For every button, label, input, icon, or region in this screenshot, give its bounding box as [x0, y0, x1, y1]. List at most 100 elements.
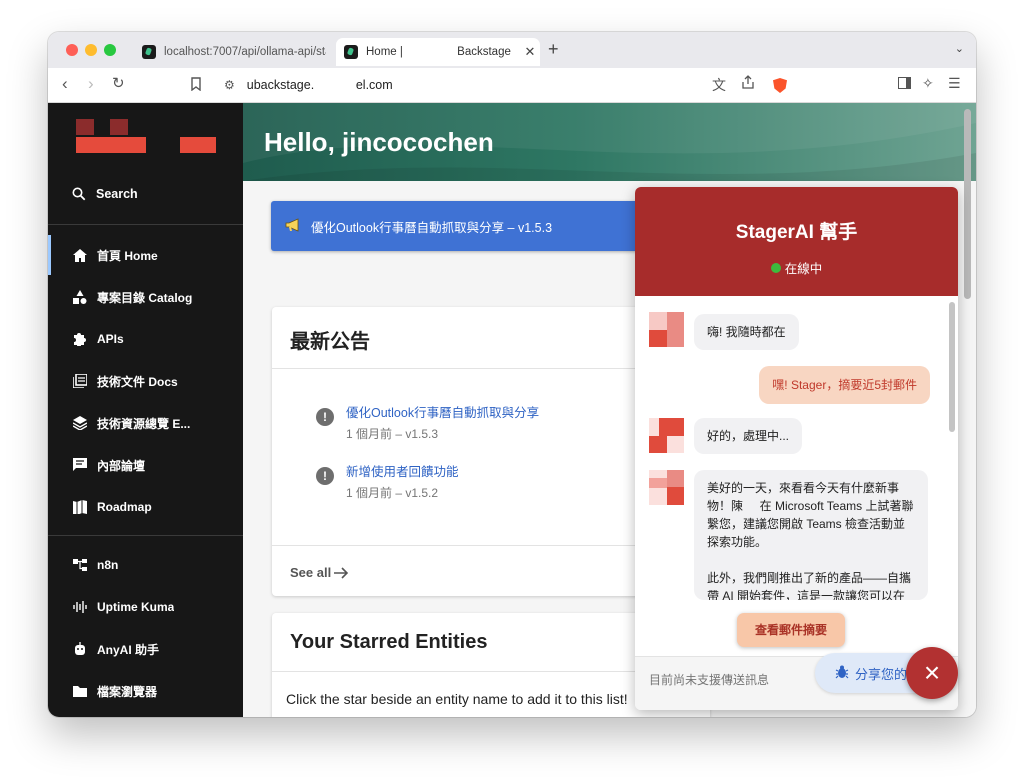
backstage-favicon-icon	[142, 45, 156, 59]
workflow-icon	[72, 557, 88, 573]
close-chat-button[interactable]: ×	[906, 647, 958, 699]
url-text: ubackstage. el.com	[246, 78, 393, 92]
sidebar-item-label: 首頁 Home	[97, 248, 158, 263]
layers-icon	[72, 415, 88, 431]
starred-title: Your Starred Entities	[290, 631, 488, 653]
tab-title: localhost:7007/api/ollama-api/sta	[164, 46, 326, 58]
chat-status-label: 在線中	[784, 262, 823, 276]
sidebar-item-catalog[interactable]: 專案目錄 Catalog	[48, 277, 243, 317]
sidebar-item-home[interactable]: 首頁 Home	[48, 235, 243, 275]
announcement-alert-icon: !	[316, 408, 334, 426]
browser-window: localhost:7007/api/ollama-api/sta Home |…	[48, 32, 976, 717]
banner-text: 優化Outlook行事曆自動抓取與分享 – v1.5.3	[311, 220, 553, 235]
menu-icon[interactable]: ☰	[948, 75, 961, 92]
robot-icon	[72, 641, 88, 657]
backstage-page: Search 首頁 Home 專案目錄 Catalog APIs 技術文件 Do…	[48, 103, 976, 717]
minimize-window-button[interactable]	[85, 44, 97, 56]
tab-bar: localhost:7007/api/ollama-api/sta Home |…	[48, 32, 976, 68]
tab-list-chevron-icon[interactable]: ⌄	[955, 42, 964, 55]
sidebar-item-apis[interactable]: APIs	[48, 319, 243, 359]
feedback-label: 分享您的	[855, 666, 908, 682]
bot-avatar	[649, 470, 684, 505]
sidebar-item-docs[interactable]: 技術文件 Docs	[48, 361, 243, 401]
close-tab-icon[interactable]: ✕	[520, 44, 540, 60]
bot-message: 美好的一天，來看看今天有什麼新事物！陳 在 Microsoft Teams 上試…	[694, 470, 928, 600]
search-icon	[72, 187, 86, 201]
bot-message-paragraph: 美好的一天，來看看今天有什麼新事物！陳 在 Microsoft Teams 上試…	[707, 481, 914, 549]
reload-icon[interactable]: ↻	[112, 74, 125, 92]
user-message: 嘿! Stager，摘要近5封郵件	[759, 366, 930, 404]
company-logo[interactable]	[76, 119, 218, 159]
sidebar-item-label: 專案目錄 Catalog	[97, 290, 193, 305]
chat-header: StagerAI 幫手 在線中	[635, 187, 958, 296]
announcement-link[interactable]: 新增使用者回饋功能	[346, 461, 459, 480]
announcement-item: ! 優化Outlook行事曆自動抓取與分享 1 個月前 – v1.5.3	[316, 402, 539, 442]
arrow-right-icon	[334, 566, 349, 579]
sidebar-item-label: 檔案瀏覽器	[97, 684, 158, 699]
sidebar-item-explore[interactable]: 技術資源總覽 E...	[48, 403, 243, 443]
view-email-summary-button[interactable]: 查看郵件摘要	[737, 613, 845, 647]
fullscreen-window-button[interactable]	[104, 44, 116, 56]
announcement-banner[interactable]: 優化Outlook行事曆自動抓取與分享 – v1.5.3	[271, 201, 651, 251]
search-label: Search	[96, 187, 138, 201]
announcements-title: 最新公告	[290, 331, 370, 353]
bot-avatar	[649, 418, 684, 453]
browser-tab-home[interactable]: Home | Backstage ✕	[336, 38, 540, 66]
bot-message-paragraph: 此外，我們剛推出了新的產品——自攜帶 AI 開始套件，這是一款讓您可以在	[707, 571, 912, 600]
bot-message: 好的，處理中...	[694, 418, 803, 454]
share-icon[interactable]	[742, 75, 754, 92]
see-all-link[interactable]: See all	[290, 565, 349, 580]
online-dot-icon	[770, 262, 781, 273]
sidebar-item-anyai[interactable]: AnyAI 助手	[48, 629, 243, 669]
browser-tab-ollama[interactable]: localhost:7007/api/ollama-api/sta	[134, 38, 326, 66]
sidebar-toggle-icon[interactable]	[898, 76, 911, 92]
roadmap-icon	[72, 499, 88, 515]
sidebar: Search 首頁 Home 專案目錄 Catalog APIs 技術文件 Do…	[48, 103, 243, 717]
announcement-alert-icon: !	[316, 467, 334, 485]
sidebar-item-label: Uptime Kuma	[97, 600, 175, 614]
sidebar-item-n8n[interactable]: n8n	[48, 545, 243, 585]
announcement-link[interactable]: 優化Outlook行事曆自動抓取與分享	[346, 402, 539, 421]
sidebar-divider	[48, 535, 243, 536]
sidebar-item-file-browser[interactable]: 檔案瀏覽器	[48, 671, 243, 711]
chat-scrollbar[interactable]	[949, 302, 955, 432]
translate-icon[interactable]: 文	[712, 75, 726, 95]
bot-message: 嗨! 我隨時都在	[694, 314, 799, 350]
sidebar-item-label: 技術文件 Docs	[97, 374, 178, 389]
bookmark-icon[interactable]	[190, 76, 202, 96]
announcement-item: ! 新增使用者回饋功能 1 個月前 – v1.5.2	[316, 461, 459, 501]
sidebar-item-label: n8n	[97, 558, 119, 572]
starred-empty-text: Click the star beside an entity name to …	[286, 691, 628, 707]
puzzle-icon	[72, 331, 88, 347]
page-header: Hello, jincocochen	[243, 103, 976, 181]
sidebar-search[interactable]: Search	[72, 187, 138, 201]
tab-title: Home | Backstage	[366, 46, 511, 58]
sidebar-item-uptime-kuma[interactable]: Uptime Kuma	[48, 587, 243, 627]
address-toolbar: ‹ › ↻ ⚙ ubackstage. el.com 文 ✧ ☰	[48, 68, 976, 103]
back-icon[interactable]: ‹	[62, 74, 68, 94]
backstage-favicon-icon	[344, 45, 358, 59]
url-field[interactable]: ⚙ ubackstage. el.com	[216, 72, 796, 98]
category-icon	[72, 289, 88, 305]
site-settings-icon[interactable]: ⚙	[224, 78, 235, 92]
leo-ai-icon[interactable]: ✧	[922, 75, 934, 92]
sidebar-item-label: AnyAI 助手	[97, 642, 160, 657]
forward-icon[interactable]: ›	[88, 74, 94, 94]
bug-icon	[835, 665, 849, 682]
sidebar-item-label: Roadmap	[97, 500, 152, 514]
sidebar-divider	[48, 224, 243, 225]
chat-title: StagerAI 幫手	[735, 222, 858, 243]
page-scrollbar[interactable]	[964, 109, 971, 299]
new-tab-button[interactable]: +	[548, 39, 559, 60]
sidebar-item-forum[interactable]: 內部論壇	[48, 445, 243, 485]
chat-messages: 嗨! 我隨時都在 嘿! Stager，摘要近5封郵件 好的，處理中... 美好的…	[635, 296, 958, 656]
see-all-label: See all	[290, 565, 332, 580]
announcement-meta: 1 個月前 – v1.5.3	[346, 427, 439, 441]
sidebar-item-roadmap[interactable]: Roadmap	[48, 487, 243, 527]
folder-icon	[72, 683, 88, 699]
close-window-button[interactable]	[66, 44, 78, 56]
megaphone-icon	[285, 217, 303, 235]
bot-avatar	[649, 312, 684, 347]
sidebar-item-label: APIs	[97, 332, 124, 346]
home-icon	[72, 247, 88, 263]
